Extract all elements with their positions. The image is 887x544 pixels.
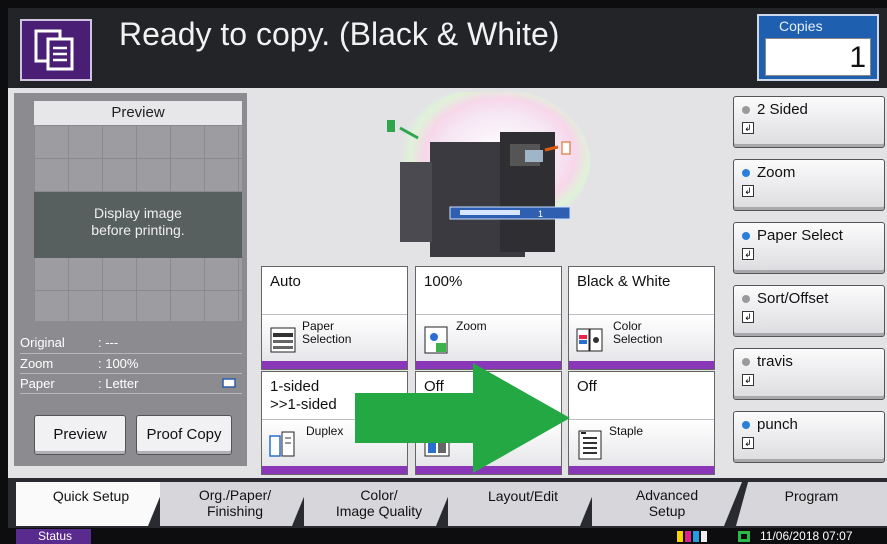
info-paper-value: : Letter (98, 376, 139, 391)
color-selection-icon (576, 328, 603, 352)
paper-selection-label2: Selection (302, 332, 352, 346)
tab-label: Program (784, 488, 839, 504)
zoom-value: 100% (416, 267, 561, 315)
shortcut-travis[interactable]: travis ↲ (733, 348, 885, 400)
copy-mode-icon (20, 19, 92, 81)
tab-label: Finishing (206, 503, 264, 519)
info-zoom: Zoom : 100% (20, 356, 242, 371)
divider (20, 353, 242, 354)
shortcut-icon: ↲ (742, 437, 754, 449)
tab-label: Image Quality (335, 503, 423, 519)
green-arrow-overlay (355, 363, 570, 473)
preview-title: Preview (34, 101, 242, 125)
duplex-label: Duplex (306, 424, 344, 438)
proof-copy-button[interactable]: Proof Copy (136, 415, 232, 455)
preview-button[interactable]: Preview (34, 415, 126, 455)
staple-icon (578, 430, 602, 460)
shortcut-punch[interactable]: punch ↲ (733, 411, 885, 463)
copies-field[interactable]: Copies 1 (757, 14, 879, 81)
shortcut-2-sided[interactable]: 2 Sided ↲ (733, 96, 885, 148)
tab-label: Layout/Edit (487, 488, 559, 504)
preview-panel: Preview Display image before printing. O… (14, 93, 247, 466)
preview-placeholder-line2: before printing. (91, 222, 185, 238)
staple-label: Staple (609, 424, 644, 438)
shortcut-paper-select[interactable]: Paper Select ↲ (733, 222, 885, 274)
copies-value[interactable]: 1 (765, 38, 871, 76)
network-status-icon (738, 531, 750, 542)
status-dot (742, 232, 750, 240)
shortcut-icon: ↲ (742, 311, 754, 323)
zoom-label: Zoom (456, 319, 487, 333)
page-title: Ready to copy. (Black & White) (119, 16, 560, 52)
preview-placeholder-line1: Display image (94, 205, 182, 221)
tab-program[interactable]: Program (736, 482, 887, 526)
color-selection-value: Black & White (569, 267, 714, 315)
duplex-icon (269, 431, 295, 457)
tab-label: Org./Paper/ (198, 487, 272, 503)
paper-selection-button[interactable]: Auto Paper Selection (261, 266, 408, 370)
tab-advanced-setup[interactable]: Advanced Setup (592, 482, 742, 526)
shortcut-label: travis (757, 353, 793, 370)
tab-quick-setup[interactable]: Quick Setup (16, 482, 166, 526)
shortcut-icon: ↲ (742, 185, 754, 197)
status-dot (742, 421, 750, 429)
shortcut-icon: ↲ (742, 248, 754, 260)
zoom-button[interactable]: 100% Zoom (415, 266, 562, 370)
status-dot (742, 295, 750, 303)
paper-selection-value: Auto (262, 267, 407, 315)
info-original-value: : --- (98, 335, 119, 350)
divider (20, 373, 242, 374)
color-selection-label2: Selection (613, 332, 663, 346)
tab-label: Setup (648, 503, 686, 519)
info-zoom-value: : 100% (98, 356, 139, 371)
info-paper-label: Paper (20, 376, 55, 391)
shortcut-label: Sort/Offset (757, 290, 829, 307)
shortcut-sort-offset[interactable]: Sort/Offset ↲ (733, 285, 885, 337)
info-original: Original : --- (20, 335, 242, 350)
status-dot (742, 358, 750, 366)
paper-tray-icon (270, 327, 296, 353)
status-dot (742, 169, 750, 177)
tab-org-paper-finishing[interactable]: Org./Paper/Finishing (160, 482, 310, 526)
tab-color-image-quality[interactable]: Color/Image Quality (304, 482, 454, 526)
info-paper: Paper : Letter (20, 376, 242, 391)
shortcut-icon: ↲ (742, 122, 754, 134)
shortcut-label: 2 Sided (757, 101, 808, 118)
machine-illustration: 1 (387, 92, 590, 257)
tab-label: Advanced (635, 487, 699, 503)
staple-button[interactable]: Off Staple (568, 371, 715, 475)
tab-label: Color/ (360, 487, 398, 503)
status-bar (8, 528, 887, 544)
toner-level-icon (677, 531, 707, 542)
tab-layout-edit[interactable]: Layout/Edit (448, 482, 598, 526)
shortcut-zoom[interactable]: Zoom ↲ (733, 159, 885, 211)
staple-value: Off (569, 372, 714, 420)
tab-label: Quick Setup (52, 488, 130, 504)
preview-placeholder: Display image before printing. (34, 192, 242, 258)
accent-stripe (569, 361, 714, 369)
shortcut-label: Zoom (757, 164, 796, 181)
paper-orientation-icon (222, 378, 236, 388)
svg-text:1: 1 (538, 209, 543, 219)
shortcut-label: punch (757, 416, 798, 433)
output-tray-icon (387, 120, 395, 132)
zoom-icon (424, 326, 448, 354)
copies-label: Copies (779, 18, 823, 34)
status-button[interactable]: Status (16, 529, 91, 544)
shortcut-icon: ↲ (742, 374, 754, 386)
shortcut-label: Paper Select (757, 227, 843, 244)
accent-stripe (569, 466, 714, 474)
info-original-label: Original (20, 335, 65, 350)
divider (20, 393, 242, 394)
status-dot (742, 106, 750, 114)
color-selection-button[interactable]: Black & White Color Selection (568, 266, 715, 370)
info-zoom-label: Zoom (20, 356, 54, 371)
date-time: 11/06/2018 07:07 (760, 529, 853, 543)
